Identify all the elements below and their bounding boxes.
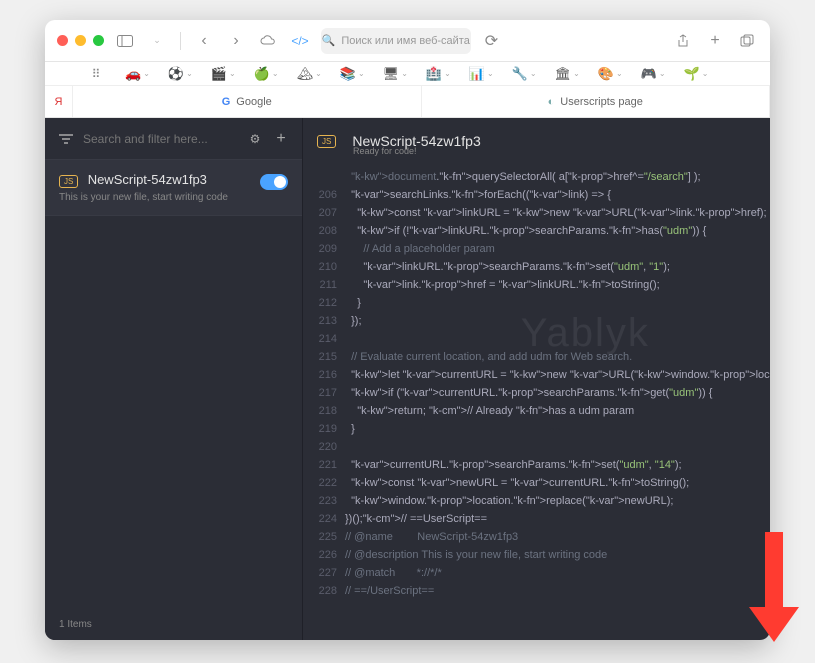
zoom-window-button[interactable] (93, 35, 104, 46)
userscripts-icon: ◐ (548, 96, 555, 108)
bookmark-folder[interactable]: 🌱⌄ (684, 66, 709, 82)
tab-label: Userscripts page (560, 96, 643, 108)
minimize-window-button[interactable] (75, 35, 86, 46)
bookmark-folder[interactable]: 🚗⌄ (125, 66, 150, 82)
add-icon[interactable]: + (272, 130, 290, 148)
editor-subtitle: Ready for code! (353, 146, 417, 156)
bookmark-folder[interactable]: ⚽⌄ (168, 66, 193, 82)
code-editor[interactable]: 2062072082092102112122132142152162172182… (303, 164, 770, 640)
script-list-item[interactable]: JS NewScript-54zw1fp3 This is your new f… (45, 160, 302, 216)
userscripts-app: ⚙ + JS NewScript-54zw1fp3 This is your n… (45, 118, 770, 640)
search-icon: 🔍 (322, 34, 336, 47)
bookmark-folder[interactable]: 🎨⌄ (598, 66, 623, 82)
back-icon[interactable]: ‹ (193, 30, 215, 52)
tab-strip: Я G Google ◐ Userscripts page (45, 86, 770, 118)
forward-icon[interactable]: › (225, 30, 247, 52)
tab-yandex[interactable]: Я (45, 86, 73, 117)
chevron-down-icon[interactable]: ⌄ (146, 30, 168, 52)
bookmark-folder[interactable]: 🍏⌄ (254, 66, 279, 82)
search-input[interactable] (83, 132, 238, 146)
editor-header: JS NewScript-54zw1fp3 Ready for code! ⟳ (303, 118, 770, 164)
js-badge: JS (59, 175, 78, 188)
sidebar-footer: 1 Items (45, 609, 302, 640)
titlebar: ⌄ ‹ › </> 🔍 Поиск или имя веб-сайта ⟳ + (45, 20, 770, 62)
browser-window: ⌄ ‹ › </> 🔍 Поиск или имя веб-сайта ⟳ + … (45, 20, 770, 640)
tab-userscripts[interactable]: ◐ Userscripts page (422, 86, 771, 117)
new-tab-icon[interactable]: + (704, 30, 726, 52)
bookmark-folder[interactable]: 🏛⌄ (555, 66, 580, 82)
apps-icon[interactable]: ⠿ (85, 63, 107, 85)
tab-label: Google (236, 96, 271, 108)
script-name: NewScript-54zw1fp3 (88, 172, 207, 187)
bookmark-folder[interactable]: 📊⌄ (469, 66, 494, 82)
tabs-overview-icon[interactable] (736, 30, 758, 52)
url-bar[interactable]: 🔍 Поиск или имя веб-сайта (321, 28, 471, 54)
editor-pane: JS NewScript-54zw1fp3 Ready for code! ⟳ … (303, 118, 770, 640)
bookmark-folder[interactable]: 🎮⌄ (641, 66, 666, 82)
code-icon[interactable]: </> (289, 30, 311, 52)
js-badge: JS (317, 135, 336, 148)
reload-icon[interactable]: ⟳ (481, 30, 503, 52)
close-window-button[interactable] (57, 35, 68, 46)
sidebar-toggle-icon[interactable] (114, 30, 136, 52)
bookmark-folder[interactable]: 🔧⌄ (512, 66, 537, 82)
bookmark-folder[interactable]: 🖥⌄ (383, 66, 408, 82)
google-icon: G (222, 96, 231, 108)
traffic-lights (57, 35, 104, 46)
sidebar: ⚙ + JS NewScript-54zw1fp3 This is your n… (45, 118, 303, 640)
url-placeholder: Поиск или имя веб-сайта (341, 35, 470, 47)
cloud-icon[interactable] (257, 30, 279, 52)
editor-footer: Discard Save (768, 618, 770, 632)
bookmark-folder[interactable]: 🏥⌄ (426, 66, 451, 82)
bookmark-folder[interactable]: 🎬⌄ (211, 66, 236, 82)
enable-toggle[interactable] (260, 174, 288, 190)
bookmark-folder[interactable]: 📚⌄ (340, 66, 365, 82)
gear-icon[interactable]: ⚙ (246, 130, 264, 148)
filter-icon[interactable] (57, 130, 75, 148)
tab-google[interactable]: G Google (73, 86, 422, 117)
sidebar-toolbar: ⚙ + (45, 118, 302, 160)
share-icon[interactable] (672, 30, 694, 52)
script-description: This is your new file, start writing cod… (59, 192, 288, 203)
bookmarks-bar: ⠿ 🚗⌄ ⚽⌄ 🎬⌄ 🍏⌄ 🏔⌄ 📚⌄ 🖥⌄ 🏥⌄ 📊⌄ 🔧⌄ 🏛⌄ 🎨⌄ 🎮⌄ 🌱⌄ (45, 62, 770, 86)
bookmark-folder[interactable]: 🏔⌄ (297, 66, 322, 82)
discard-button[interactable]: Discard (768, 618, 770, 632)
